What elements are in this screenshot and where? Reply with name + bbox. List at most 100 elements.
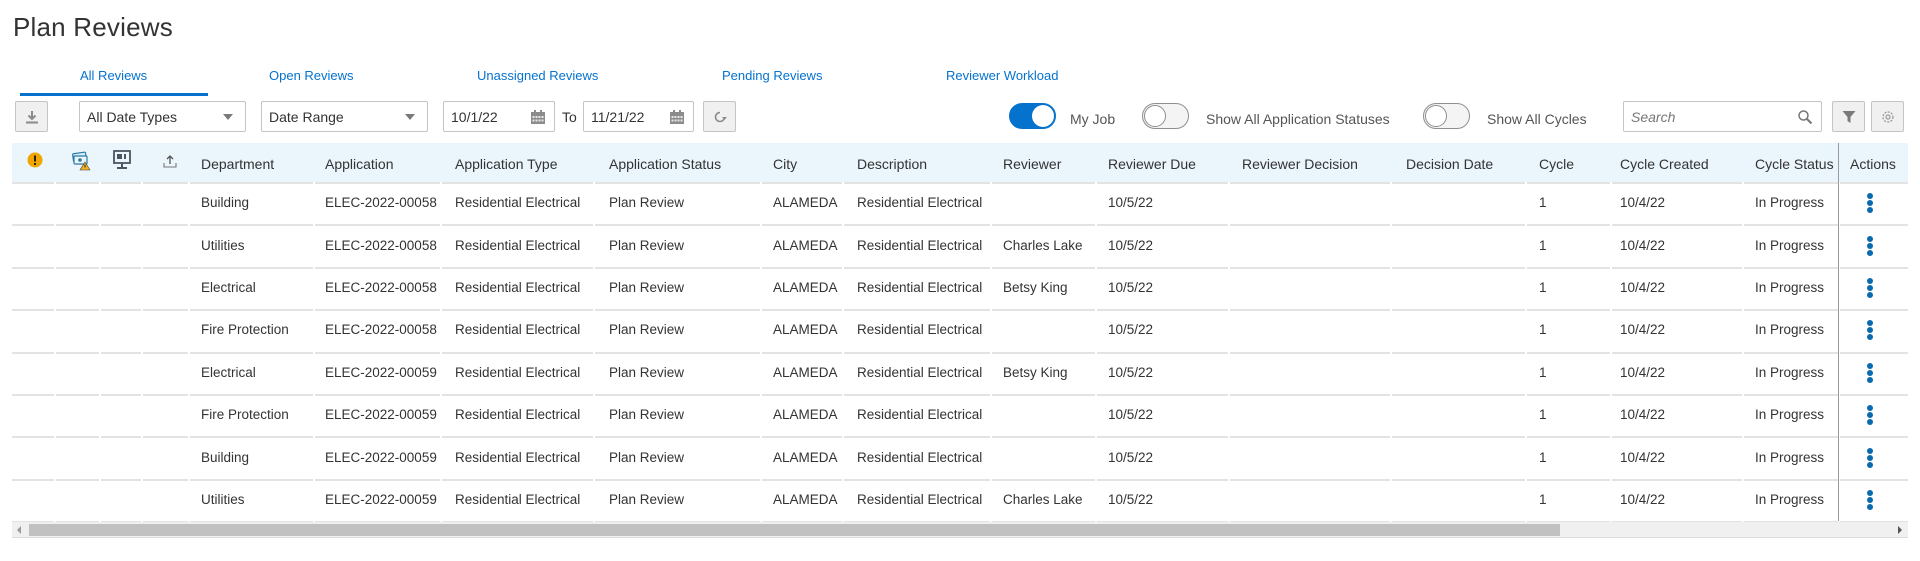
date-range-select-value: Date Range — [269, 108, 344, 125]
department-cell: Fire Protection — [201, 407, 289, 423]
kebab-dot — [1867, 235, 1873, 242]
application-cell[interactable]: ELEC-2022-00058 — [325, 322, 437, 337]
column-header-reviewer-decision[interactable]: Reviewer Decision — [1242, 156, 1358, 172]
row-separator — [12, 352, 1908, 354]
fee-warning-icon[interactable] — [72, 151, 92, 171]
column-header-cycle-created[interactable]: Cycle Created — [1620, 156, 1709, 172]
cycle-created-cell: 10/4/22 — [1620, 280, 1666, 295]
application-cell[interactable]: ELEC-2022-00059 — [325, 407, 437, 422]
scrollbar-thumb[interactable] — [29, 524, 1560, 536]
column-header-reviewer-due[interactable]: Reviewer Due — [1108, 156, 1196, 172]
description-cell: Residential Electrical — [857, 237, 983, 253]
column-header-application-type[interactable]: Application Type — [455, 156, 557, 172]
scroll-left-arrow-icon[interactable] — [17, 526, 21, 534]
cycle-created-cell: 10/4/22 — [1620, 322, 1666, 338]
show-all-application-statuses-toggle[interactable] — [1142, 103, 1189, 129]
reviewer-due-cell: 10/5/22 — [1108, 449, 1154, 465]
reviewer-due-cell: 10/5/22 — [1108, 407, 1154, 423]
column-header-department[interactable]: Department — [201, 156, 274, 172]
kebab-menu-icon[interactable] — [1867, 278, 1873, 298]
tab-all-reviews[interactable]: All Reviews — [80, 68, 147, 83]
scroll-right-arrow-icon[interactable] — [1898, 526, 1902, 534]
active-tab-indicator — [20, 93, 208, 96]
kebab-menu-icon[interactable] — [1867, 405, 1873, 426]
settings-button[interactable] — [1871, 101, 1904, 132]
application-status-cell: Plan Review — [609, 280, 685, 295]
department-cell: Building — [201, 449, 250, 465]
cycle-cell: 1 — [1539, 280, 1547, 295]
application-cell[interactable]: ELEC-2022-00058 — [325, 238, 437, 253]
refresh-button[interactable] — [703, 101, 736, 132]
date-range-select[interactable]: Date Range — [261, 101, 428, 132]
reviewer-due-cell: 10/5/22 — [1108, 195, 1154, 211]
application-cell[interactable]: ELEC-2022-00059 — [325, 492, 437, 507]
filter-button[interactable] — [1832, 101, 1865, 132]
description-cell: Residential Electrical — [857, 364, 983, 380]
kebab-menu-icon[interactable] — [1867, 193, 1873, 214]
date-to-input[interactable]: 11/21/22 — [583, 101, 694, 132]
row-separator — [12, 394, 1908, 396]
kebab-dot — [1867, 200, 1873, 207]
search-field[interactable] — [1623, 101, 1822, 132]
department-cell: Building — [201, 195, 250, 211]
kebab-menu-icon[interactable] — [1867, 447, 1873, 468]
row-separator — [12, 224, 1908, 226]
page-title: Plan Reviews — [13, 12, 173, 42]
application-cell[interactable]: ELEC-2022-00059 — [325, 450, 437, 465]
department-cell: Utilities — [201, 237, 245, 253]
kebab-menu-icon[interactable] — [1867, 362, 1873, 383]
column-header-reviewer[interactable]: Reviewer — [1003, 156, 1061, 172]
kebab-menu-icon[interactable] — [1867, 235, 1873, 256]
cycle-status-cell: In Progress — [1755, 364, 1825, 380]
column-header-application[interactable]: Application — [325, 156, 394, 172]
application-cell[interactable]: ELEC-2022-00059 — [325, 365, 437, 380]
download-button[interactable] — [15, 101, 48, 132]
presentation-icon[interactable] — [113, 150, 131, 170]
kebab-dot — [1867, 249, 1873, 256]
application-status-cell: Plan Review — [609, 364, 685, 380]
reviewer-cell: Betsy King — [1003, 364, 1068, 380]
calendar-icon[interactable] — [530, 110, 546, 125]
kebab-menu-icon[interactable] — [1867, 320, 1873, 341]
tab-unassigned-reviews[interactable]: Unassigned Reviews — [477, 68, 598, 83]
show-all-cycles-toggle[interactable] — [1423, 103, 1470, 129]
reviewer-due-cell: 10/5/22 — [1108, 322, 1154, 338]
refresh-icon — [714, 111, 727, 122]
application-status-cell: Plan Review — [609, 322, 685, 338]
calendar-icon[interactable] — [669, 110, 685, 125]
city-cell: ALAMEDA — [773, 492, 838, 507]
my-job-toggle[interactable] — [1009, 103, 1056, 129]
date-type-select[interactable]: All Date Types — [79, 101, 246, 132]
kebab-dot — [1867, 334, 1873, 341]
date-type-select-value: All Date Types — [87, 108, 178, 125]
application-type-cell: Residential Electrical — [455, 322, 581, 338]
application-type-cell: Residential Electrical — [455, 449, 581, 465]
description-cell: Residential Electrical — [857, 195, 983, 211]
application-cell[interactable]: ELEC-2022-00058 — [325, 280, 437, 295]
alert-icon[interactable] — [27, 152, 43, 168]
column-header-cycle-status[interactable]: Cycle Status — [1755, 156, 1834, 172]
kebab-menu-icon[interactable] — [1867, 490, 1873, 510]
search-icon[interactable] — [1797, 109, 1813, 125]
search-input[interactable] — [1624, 102, 1794, 131]
column-header-description[interactable]: Description — [857, 156, 927, 172]
column-header-city[interactable]: City — [773, 156, 797, 172]
description-cell: Residential Electrical — [857, 322, 983, 338]
row-separator — [12, 436, 1908, 438]
date-from-input[interactable]: 10/1/22 — [443, 101, 555, 132]
column-header-application-status[interactable]: Application Status — [609, 156, 721, 172]
gear-icon — [1881, 110, 1894, 123]
reviewer-cell: Charles Lake — [1003, 492, 1083, 507]
column-header-cycle[interactable]: Cycle — [1539, 156, 1574, 172]
column-header-decision-date[interactable]: Decision Date — [1406, 156, 1493, 172]
upload-icon[interactable] — [163, 154, 177, 168]
tab-pending-reviews[interactable]: Pending Reviews — [722, 68, 822, 83]
cycle-cell: 1 — [1539, 449, 1547, 465]
kebab-dot — [1867, 376, 1873, 383]
horizontal-scrollbar[interactable] — [12, 522, 1908, 538]
kebab-dot — [1867, 447, 1873, 454]
tab-reviewer-workload[interactable]: Reviewer Workload — [946, 68, 1058, 83]
application-cell[interactable]: ELEC-2022-00058 — [325, 195, 437, 210]
tab-open-reviews[interactable]: Open Reviews — [269, 68, 354, 83]
description-cell: Residential Electrical — [857, 492, 983, 507]
